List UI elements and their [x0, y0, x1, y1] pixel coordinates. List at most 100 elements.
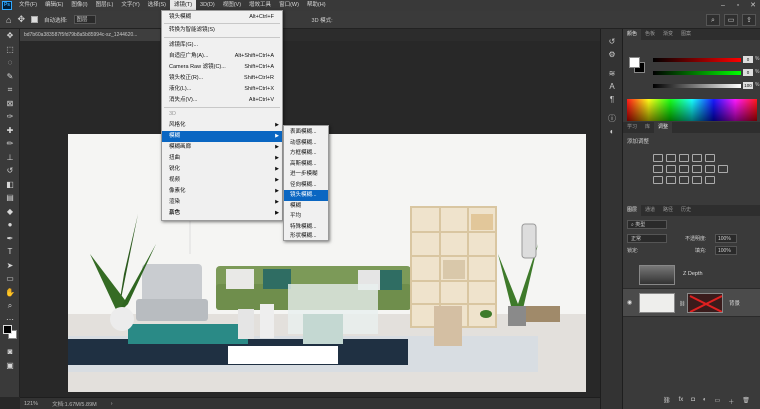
green-value[interactable]: 0 — [743, 69, 753, 76]
menu-image[interactable]: 图像(I) — [67, 0, 91, 11]
invert-icon[interactable] — [653, 176, 663, 184]
tab-color[interactable]: 颜色 — [623, 29, 642, 40]
exposure-icon[interactable] — [692, 154, 702, 162]
link-layers-icon[interactable]: ⛓ — [663, 397, 671, 406]
submenu-item-average[interactable]: 平均 — [284, 211, 328, 222]
move-tool-icon[interactable]: ✥ — [17, 14, 25, 25]
properties-icon[interactable]: ⚙ — [601, 48, 623, 61]
status-arrow-icon[interactable]: › — [111, 401, 113, 407]
threshold-icon[interactable] — [679, 176, 689, 184]
submenu-item-gaussian-blur[interactable]: 高斯模糊... — [284, 159, 328, 170]
menu-edit[interactable]: 编辑(E) — [41, 0, 67, 11]
fx-icon[interactable]: fx — [679, 397, 684, 406]
brush-tool-icon[interactable]: ✏ — [0, 137, 20, 151]
menu-item-lens-correction[interactable]: 镜头校正(R)... Shift+Ctrl+R — [162, 73, 282, 84]
color-balance-icon[interactable] — [666, 165, 676, 173]
gradient-map-icon[interactable] — [692, 176, 702, 184]
brightness-icon[interactable] — [653, 154, 663, 162]
screen-mode-icon[interactable]: ▣ — [0, 359, 20, 373]
tab-layers[interactable]: 图层 — [623, 205, 642, 216]
color-lookup-icon[interactable] — [718, 165, 728, 173]
quick-select-tool-icon[interactable]: ✎ — [0, 70, 20, 84]
shape-tool-icon[interactable]: ▭ — [0, 272, 20, 286]
document-tab[interactable]: bd7b60a383587f5fd79b8a5b85994c-sz_124462… — [20, 29, 160, 41]
clone-stamp-tool-icon[interactable]: ⊥ — [0, 151, 20, 165]
menu-item-render[interactable]: 渲染 ▶ — [162, 197, 282, 208]
new-layer-icon[interactable]: ＋ — [728, 397, 734, 406]
submenu-item-blur-more[interactable]: 进一步模糊 — [284, 169, 328, 180]
red-slider[interactable]: 0 % — [649, 56, 759, 64]
blur-tool-icon[interactable]: ◆ — [0, 205, 20, 219]
maximize-icon[interactable]: ▫ — [731, 0, 745, 11]
share-icon[interactable]: ⇪ — [742, 14, 756, 26]
path-select-tool-icon[interactable]: ➤ — [0, 259, 20, 273]
menu-item-other-label[interactable]: 其它 ▶ — [162, 208, 282, 219]
tab-adjustments[interactable]: 调整 — [654, 122, 673, 133]
menu-item-liquify[interactable]: 液化(L)... Shift+Ctrl+X — [162, 84, 282, 95]
brush-settings-icon[interactable]: ≋ — [601, 67, 623, 80]
menu-item-lens-blur-repeat[interactable]: 镜头模糊 Alt+Ctrl+F — [162, 12, 282, 23]
history-icon[interactable]: ↺ — [601, 35, 623, 48]
menu-item-filter-gallery[interactable]: 滤镜库(G)... — [162, 40, 282, 51]
levels-icon[interactable] — [666, 154, 676, 162]
menu-item-video[interactable]: 视频 ▶ — [162, 175, 282, 186]
selective-color-icon[interactable] — [705, 176, 715, 184]
black-white-icon[interactable] — [679, 165, 689, 173]
tab-swatches[interactable]: 色板 — [641, 29, 659, 40]
auto-select-checkbox[interactable] — [30, 16, 38, 23]
move-tool-icon[interactable]: ✥ — [0, 29, 20, 43]
menu-type[interactable]: 文字(Y) — [117, 0, 143, 11]
layer-filter-select[interactable]: ⌕ 类型 — [627, 220, 667, 229]
menu-item-pixelate[interactable]: 像素化 ▶ — [162, 186, 282, 197]
tab-history[interactable]: 历史 — [677, 205, 695, 216]
submenu-item-smart-blur[interactable]: 特殊模糊... — [284, 222, 328, 233]
submenu-item-shape-blur[interactable]: 形状模糊... — [284, 232, 328, 241]
submenu-item-blur[interactable]: 模糊 — [284, 201, 328, 212]
tab-libraries[interactable]: 库 — [641, 122, 654, 133]
info-icon[interactable]: ⓘ — [601, 112, 623, 125]
menu-item-blur[interactable]: 模糊 ▶ — [162, 131, 282, 142]
layer-select-dropdown[interactable]: 图层 — [73, 15, 96, 24]
crop-tool-icon[interactable]: ⌗ — [0, 83, 20, 97]
curves-icon[interactable] — [679, 154, 689, 162]
home-icon[interactable]: ⌂ — [6, 15, 11, 25]
menu-file[interactable]: 文件(F) — [15, 0, 41, 11]
menu-item-camera-raw[interactable]: Camera Raw 滤镜(C)... Shift+Ctrl+A — [162, 62, 282, 73]
marquee-tool-icon[interactable]: ⬚ — [0, 43, 20, 57]
menu-item-adaptive-wide-angle[interactable]: 自适应广角(A)... Alt+Shift+Ctrl+A — [162, 51, 282, 62]
tab-channels[interactable]: 通道 — [641, 205, 659, 216]
blue-value[interactable]: 100 — [743, 82, 753, 89]
submenu-item-motion-blur[interactable]: 动感模糊... — [284, 138, 328, 149]
type-tool-icon[interactable]: T — [0, 245, 20, 259]
eraser-tool-icon[interactable]: ◧ — [0, 178, 20, 192]
hue-saturation-icon[interactable] — [653, 165, 663, 173]
pen-tool-icon[interactable]: ✒ — [0, 232, 20, 246]
layer-row-background[interactable]: ◉ ⛓ 背景 — [623, 289, 760, 317]
menu-help[interactable]: 帮助(H) — [303, 0, 330, 11]
eyedropper-tool-icon[interactable]: ✑ — [0, 110, 20, 124]
photo-filter-icon[interactable] — [692, 165, 702, 173]
healing-brush-tool-icon[interactable]: ✚ — [0, 124, 20, 138]
frame-tool-icon[interactable]: ⊠ — [0, 97, 20, 111]
close-icon[interactable]: ✕ — [746, 0, 760, 11]
gradient-tool-icon[interactable]: ▤ — [0, 191, 20, 205]
layer-row-zdepth[interactable]: Z Depth — [623, 261, 760, 289]
menu-item-convert-smart-filter[interactable]: 转换为智能滤镜(S) — [162, 25, 282, 36]
green-slider[interactable]: 0 % — [649, 69, 759, 77]
history-brush-tool-icon[interactable]: ↺ — [0, 164, 20, 178]
workspace-icon[interactable]: ▭ — [724, 14, 738, 26]
posterize-icon[interactable] — [666, 176, 676, 184]
eye-icon[interactable]: ◉ — [627, 299, 632, 306]
layer-mask-thumbnail[interactable] — [687, 293, 723, 313]
paragraph-icon[interactable]: ¶ — [601, 93, 623, 106]
zoom-level[interactable]: 121% — [24, 401, 38, 407]
fill-input[interactable]: 100% — [715, 246, 737, 255]
zoom-tool-icon[interactable]: ⌕ — [0, 299, 20, 313]
tab-learn[interactable]: 学习 — [623, 122, 641, 133]
menu-item-sharpen[interactable]: 锐化 ▶ — [162, 164, 282, 175]
dodge-tool-icon[interactable]: ● — [0, 218, 20, 232]
tab-gradients[interactable]: 渐变 — [659, 29, 677, 40]
adjustments-strip-icon[interactable]: ◐ — [601, 125, 623, 138]
hand-tool-icon[interactable]: ✋ — [0, 286, 20, 300]
blend-mode-select[interactable]: 正常 — [627, 234, 667, 243]
